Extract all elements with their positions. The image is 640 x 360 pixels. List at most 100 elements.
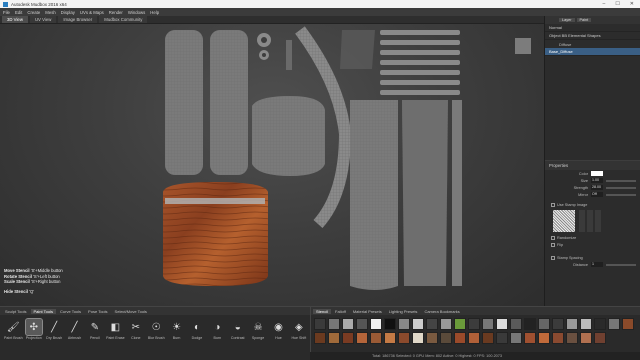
close-icon[interactable]: ✕ [630,1,634,7]
strength-slider[interactable] [606,186,636,189]
stencil-swatch[interactable] [370,332,382,344]
stencil-swatch[interactable] [384,318,396,330]
stencil-swatch[interactable] [412,332,424,344]
stencil-swatch[interactable] [524,318,536,330]
tool-blur-brush[interactable]: ☉ Blur Brush [147,319,165,341]
tab-image-browser[interactable]: Image Browser [58,16,98,23]
stencil-swatch[interactable] [524,332,536,344]
strength-field[interactable]: 28.00 [591,185,603,190]
stencil-swatch[interactable] [496,332,508,344]
stencil-swatch[interactable] [566,332,578,344]
stencil-swatch[interactable] [622,318,634,330]
stencil-swatch[interactable] [552,318,564,330]
stencil-swatch[interactable] [412,318,424,330]
stencil-swatch[interactable] [538,318,550,330]
stencil-swatch[interactable] [370,318,382,330]
tool-hue-shift[interactable]: ◈ Hue Shift [290,319,308,341]
layer-base-diffuse[interactable]: Base_Diffuse [545,48,640,56]
stencil-swatch[interactable] [356,332,368,344]
menu-file[interactable]: File [3,10,10,15]
tool-projection[interactable]: ✣ Projection [24,318,43,340]
stencil-swatch[interactable] [440,332,452,344]
layer-object[interactable]: Object BB Elemental Shapes [545,32,640,40]
tab-sculpt-tools[interactable]: Sculpt Tools [2,309,30,314]
tool-hue[interactable]: ◉ Hue [269,319,287,341]
viewcube-icon[interactable] [515,38,531,54]
tab-lighting-presets[interactable]: Lighting Presets [386,309,421,314]
tool-clone[interactable]: ✂ Clone [127,319,145,341]
stencil-swatch[interactable] [482,318,494,330]
stencil-swatch[interactable] [510,332,522,344]
tab-material-presets[interactable]: Material Presets [350,309,385,314]
minimize-icon[interactable]: – [603,1,606,7]
tool-contrast[interactable]: ◒ Contrast [229,319,247,341]
menu-windows[interactable]: Windows [128,10,145,15]
distance-slider[interactable] [606,263,636,266]
stencil-swatch[interactable] [398,332,410,344]
stencil-swatch[interactable] [426,318,438,330]
menu-help[interactable]: Help [150,10,159,15]
stencil-swatch[interactable] [384,332,396,344]
tab-3d-view[interactable]: 3D View [2,16,28,23]
tab-paint-tools[interactable]: Paint Tools [30,308,56,314]
stencil-swatch[interactable] [342,332,354,344]
mirror-select[interactable]: Off [591,192,603,197]
stencil-swatch[interactable] [580,318,592,330]
tool-paint-brush[interactable]: 🖌 Paint Brush [4,319,23,341]
stencil-swatch[interactable] [398,318,410,330]
stencil-swatch[interactable] [552,332,564,344]
menu-edit[interactable]: Edit [15,10,22,15]
stencil-swatch[interactable] [594,332,606,344]
stencil-swatch[interactable] [468,332,480,344]
layer-diffuse[interactable]: Diffuse [545,40,640,48]
stamp-thumbnail[interactable] [553,210,575,232]
stencil-swatch[interactable] [328,332,340,344]
tool-airbrush[interactable]: ╱ Airbrush [65,319,83,341]
tab-mudbox-community[interactable]: Mudbox Community [99,16,148,23]
stencil-swatch[interactable] [342,318,354,330]
tool-eraser[interactable]: ◧ Paint Erase [106,319,125,341]
tool-pencil[interactable]: ✎ Pencil [86,319,104,341]
stencil-swatch[interactable] [328,318,340,330]
tool-burn[interactable]: ☀ Burn [167,319,185,341]
distance-field[interactable]: 1 [591,262,603,267]
menu-display[interactable]: Display [61,10,75,15]
menu-mesh[interactable]: Mesh [45,10,56,15]
stencil-swatch[interactable] [608,318,620,330]
tab-select-move-tools[interactable]: Select/Move Tools [112,309,150,314]
tab-camera-bookmarks[interactable]: Camera Bookmarks [421,309,462,314]
randomize-checkbox[interactable] [551,235,555,240]
tool-dodge[interactable]: ◐ Dodge [188,319,206,341]
tool-burn2[interactable]: ◑ Burn [208,319,226,341]
tab-stencil[interactable]: Stencil [313,308,332,314]
stencil-swatch[interactable] [538,332,550,344]
stencil-swatch[interactable] [454,332,466,344]
stencil-swatch[interactable] [356,318,368,330]
stencil-swatch[interactable] [594,318,606,330]
menu-render[interactable]: Render [109,10,123,15]
stencil-swatch[interactable] [314,332,326,344]
blend-mode-select[interactable]: Normal [545,24,640,32]
stencil-swatch[interactable] [580,332,592,344]
stencil-swatch[interactable] [566,318,578,330]
tab-curve-tools[interactable]: Curve Tools [57,309,84,314]
stencil-swatch[interactable] [440,318,452,330]
tool-dry-brush[interactable]: ╱ Dry Brush [45,319,63,341]
menu-create[interactable]: Create [27,10,40,15]
use-stamp-checkbox[interactable] [551,202,555,207]
size-field[interactable]: 1.00 [591,178,603,183]
stencil-swatch[interactable] [482,332,494,344]
stamp-spacing-checkbox[interactable] [551,255,555,260]
stencil-swatch[interactable] [510,318,522,330]
stencil-swatch[interactable] [496,318,508,330]
tab-falloff[interactable]: Falloff [332,309,349,314]
color-swatch[interactable] [591,171,603,176]
stencil-swatch[interactable] [454,318,466,330]
layer-button[interactable]: Layer [559,18,575,22]
menu-uvs-maps[interactable]: UVs & Maps [80,10,104,15]
stencil-swatch[interactable] [468,318,480,330]
tab-uv-view[interactable]: UV View [29,16,57,23]
tool-sponge[interactable]: ☠ Sponge [249,319,267,341]
3d-viewport[interactable] [0,24,544,306]
size-slider[interactable] [606,179,636,182]
